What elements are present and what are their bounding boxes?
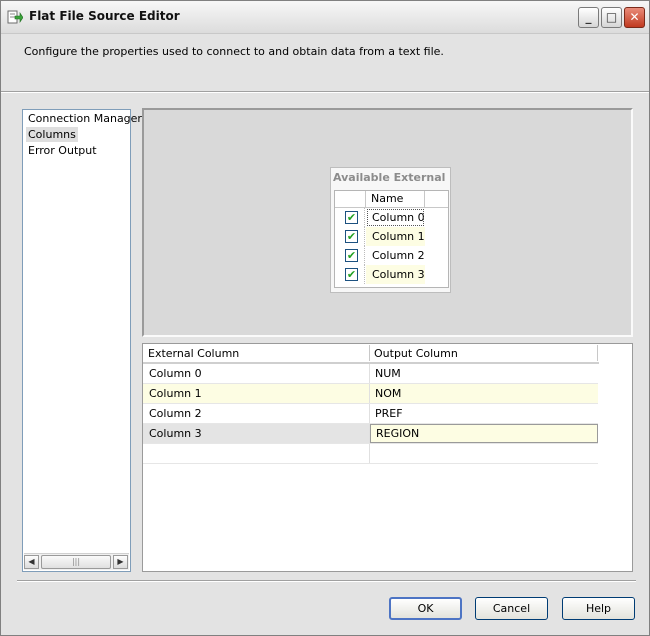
checkbox-cell: ✔: [335, 208, 365, 227]
table-row[interactable]: Column 0 NUM: [143, 364, 598, 384]
check-icon: ✔: [346, 211, 357, 224]
help-button[interactable]: Help: [562, 597, 635, 620]
table-row[interactable]: Column 2 PREF: [143, 404, 598, 424]
available-column-row[interactable]: ✔ Column 3: [335, 265, 425, 284]
cancel-button[interactable]: Cancel: [475, 597, 548, 620]
checkbox-cell: ✔: [335, 265, 365, 284]
table-row[interactable]: Column 1 NOM: [143, 384, 598, 404]
name-column-header: Name: [371, 192, 404, 205]
header-divider: [1, 91, 649, 93]
chevron-left-icon: ◀: [28, 557, 35, 566]
column-mapping-grid[interactable]: External Column Output Column Column 0 N…: [142, 343, 633, 572]
output-column-cell[interactable]: NOM: [370, 384, 598, 403]
external-column-header[interactable]: External Column: [148, 347, 239, 360]
available-columns-grid: Name ✔ Column 0 ✔ Column 1 ✔ Column 2 ✔ …: [334, 190, 449, 288]
header-divider-line: [597, 345, 598, 361]
external-column-cell[interactable]: Column 0: [143, 364, 370, 383]
close-button[interactable]: ✕: [624, 7, 645, 28]
external-column-cell[interactable]: Column 3: [143, 424, 370, 443]
column-name: Column 1: [366, 227, 425, 246]
output-column-cell[interactable]: PREF: [370, 404, 598, 423]
external-column-cell[interactable]: Column 2: [143, 404, 370, 423]
checkbox-cell: ✔: [335, 246, 365, 265]
column-name: Column 2: [372, 249, 425, 262]
ok-button[interactable]: OK: [389, 597, 462, 620]
check-icon: ✔: [346, 230, 357, 243]
table-row[interactable]: Column 3 REGION: [143, 424, 598, 444]
output-column-cell[interactable]: [370, 444, 598, 463]
close-icon: ✕: [629, 10, 640, 24]
available-columns-title: Available External ...: [333, 171, 450, 184]
column-name: Column 3: [366, 265, 425, 284]
check-icon: ✔: [346, 249, 357, 262]
select-all-header[interactable]: [335, 191, 366, 207]
scroll-right-button[interactable]: ▶: [113, 555, 128, 569]
minimize-icon: _: [585, 10, 592, 24]
available-column-row[interactable]: ✔ Column 0: [335, 208, 425, 227]
check-icon: ✔: [346, 268, 357, 281]
header-divider-line: [424, 191, 425, 207]
grip-icon: |||: [71, 557, 81, 566]
output-column-cell[interactable]: NUM: [370, 364, 598, 383]
title-bar[interactable]: Flat File Source Editor _ □ ✕: [1, 1, 649, 34]
column-checkbox[interactable]: ✔: [345, 211, 358, 224]
nav-item-columns[interactable]: Columns: [26, 127, 78, 142]
available-columns-header: Name: [335, 191, 448, 208]
footer-divider: [17, 580, 636, 582]
columns-diagram-area: Available External ... Name ✔ Column 0 ✔…: [142, 108, 633, 337]
nav-item-connection-manager[interactable]: Connection Manager: [26, 111, 144, 126]
header-divider-line: [369, 345, 370, 361]
mapping-grid-header: External Column Output Column: [143, 344, 599, 364]
available-column-row[interactable]: ✔ Column 1: [335, 227, 425, 246]
new-row-placeholder[interactable]: [143, 444, 598, 464]
page-navigation-list[interactable]: Connection Manager Columns Error Output …: [22, 109, 142, 572]
chevron-right-icon: ▶: [117, 557, 124, 566]
editor-description: Configure the properties used to connect…: [24, 45, 444, 58]
horizontal-scrollbar[interactable]: ◀ ||| ▶: [24, 553, 129, 570]
available-column-row[interactable]: ✔ Column 2: [335, 246, 425, 265]
output-column-header[interactable]: Output Column: [374, 347, 458, 360]
minimize-button[interactable]: _: [578, 7, 599, 28]
column-checkbox[interactable]: ✔: [345, 249, 358, 262]
external-column-cell[interactable]: Column 1: [143, 384, 370, 403]
column-name: Column 0: [366, 208, 425, 227]
app-icon: [7, 9, 24, 25]
nav-item-error-output[interactable]: Error Output: [26, 143, 99, 158]
window-title: Flat File Source Editor: [29, 9, 180, 23]
column-checkbox[interactable]: ✔: [345, 268, 358, 281]
available-external-columns-box[interactable]: Available External ... Name ✔ Column 0 ✔…: [330, 167, 451, 293]
maximize-icon: □: [605, 10, 618, 24]
external-column-cell[interactable]: [143, 444, 370, 463]
scroll-left-button[interactable]: ◀: [24, 555, 39, 569]
checkbox-cell: ✔: [335, 227, 365, 246]
maximize-button[interactable]: □: [601, 7, 622, 28]
scroll-thumb[interactable]: |||: [41, 555, 111, 569]
output-column-cell[interactable]: REGION: [370, 424, 598, 443]
flat-file-source-editor-window: Flat File Source Editor _ □ ✕ Configure …: [0, 0, 650, 636]
column-checkbox[interactable]: ✔: [345, 230, 358, 243]
